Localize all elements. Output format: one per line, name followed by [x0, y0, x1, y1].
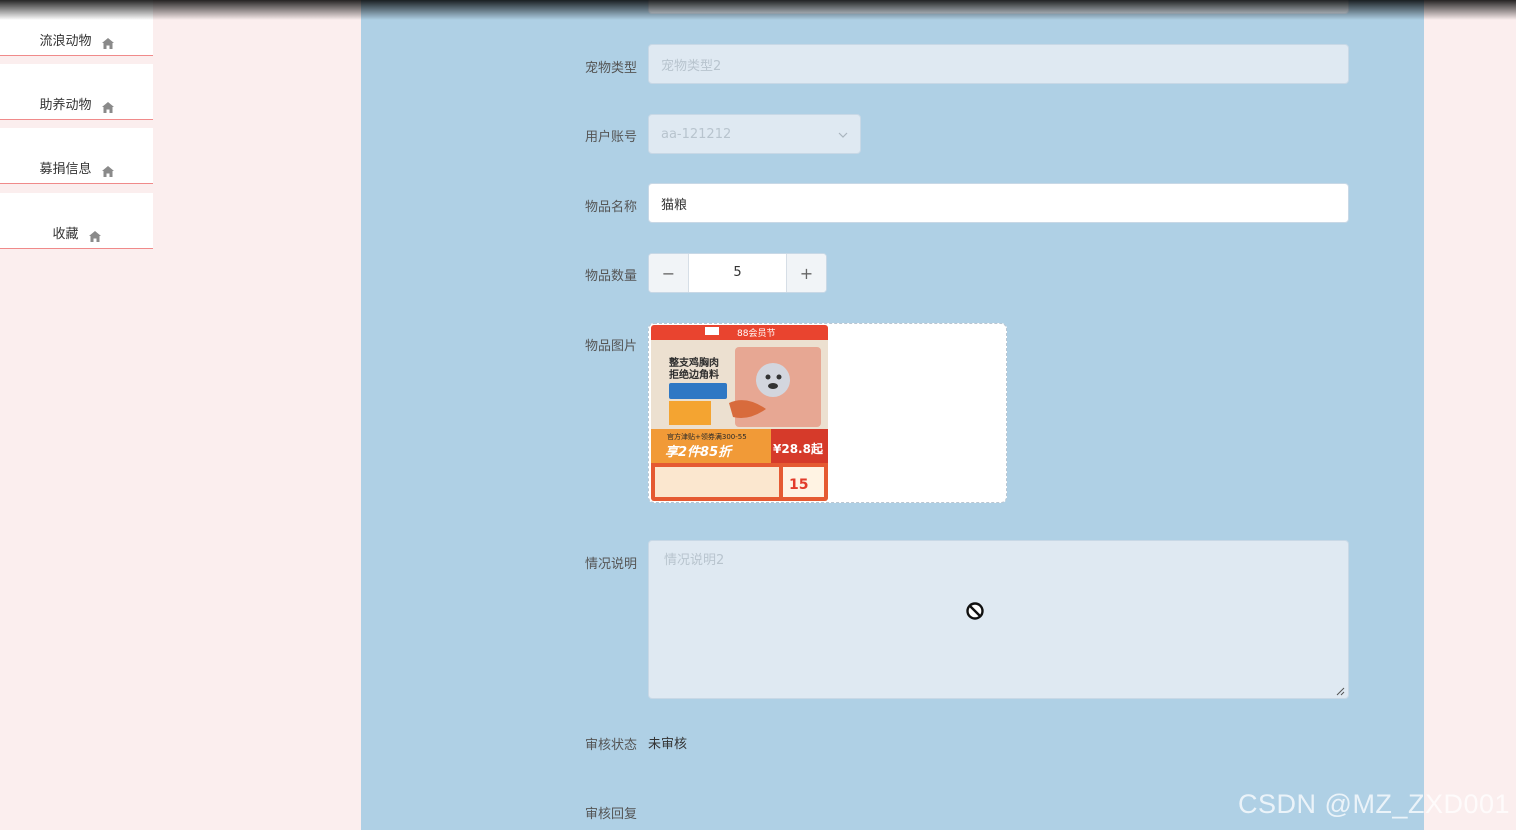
sidebar-item-sponsored-animals[interactable]: 助养动物: [0, 64, 153, 120]
sidebar-item-donation-info[interactable]: 募捐信息: [0, 128, 153, 184]
thumb-promo-line: 官方津贴+领券满300-55: [667, 432, 747, 441]
home-icon: [101, 102, 114, 113]
sidebar-item-favorites[interactable]: 收藏: [0, 193, 153, 249]
description-textarea[interactable]: 情况说明2: [648, 540, 1349, 699]
decrement-button[interactable]: −: [649, 254, 689, 292]
form-panel: 宠物类型 宠物类型2 用户账号 aa-121212 物品名称 猫粮 物品数量 −…: [361, 0, 1424, 830]
item-name-input[interactable]: 猫粮: [648, 183, 1349, 223]
home-icon: [88, 231, 101, 242]
resize-grip-icon[interactable]: [1335, 685, 1345, 696]
review-reply-label: 审核回复: [584, 807, 637, 822]
cut-off-input: [648, 0, 1349, 14]
description-placeholder: 情况说明2: [664, 553, 725, 568]
sidebar-item-stray-animals[interactable]: 流浪动物: [0, 0, 153, 56]
item-quantity-label: 物品数量: [584, 269, 637, 284]
user-account-select[interactable]: aa-121212: [648, 114, 861, 154]
uploaded-image-thumbnail[interactable]: 88会员节 整支鸡胸肉 拒绝边角料 官方津贴+领券满300-55 享2件85折 …: [651, 325, 828, 501]
item-image-label: 物品图片: [584, 339, 637, 354]
item-name-value: 猫粮: [661, 197, 688, 213]
user-account-value: aa-121212: [661, 126, 732, 142]
review-status-label: 审核状态: [584, 738, 637, 753]
item-name-label: 物品名称: [584, 200, 637, 215]
home-icon: [101, 38, 114, 49]
thumb-headline-1: 整支鸡胸肉: [668, 356, 719, 369]
image-upload-area[interactable]: 88会员节 整支鸡胸肉 拒绝边角料 官方津贴+领券满300-55 享2件85折 …: [648, 323, 1007, 503]
quantity-stepper[interactable]: − 5 +: [648, 253, 827, 293]
sidebar-item-label: 流浪动物: [39, 34, 92, 49]
thumb-banner: 88会员节: [737, 327, 775, 339]
thumb-price: ¥28.8起: [773, 441, 824, 456]
pet-type-input[interactable]: 宠物类型2: [648, 44, 1349, 84]
user-account-label: 用户账号: [584, 130, 637, 145]
thumb-headline-2: 拒绝边角料: [669, 368, 719, 381]
sidebar-item-label: 募捐信息: [39, 162, 92, 177]
quantity-value[interactable]: 5: [689, 254, 786, 292]
thumb-coupon: 15: [789, 477, 808, 493]
increment-button[interactable]: +: [786, 254, 826, 292]
not-allowed-cursor-icon: [965, 601, 985, 621]
watermark: CSDN @MZ_ZXD001: [1238, 789, 1510, 819]
chevron-down-icon: [838, 129, 848, 139]
sidebar-item-label: 收藏: [52, 227, 79, 242]
review-status-value: 未审核: [648, 737, 688, 752]
home-icon: [101, 166, 114, 177]
thumb-discount: 享2件85折: [665, 444, 733, 460]
description-label: 情况说明: [584, 557, 637, 572]
pet-type-label: 宠物类型: [584, 61, 637, 76]
pet-type-placeholder: 宠物类型2: [661, 58, 722, 74]
sidebar-item-label: 助养动物: [39, 98, 92, 113]
